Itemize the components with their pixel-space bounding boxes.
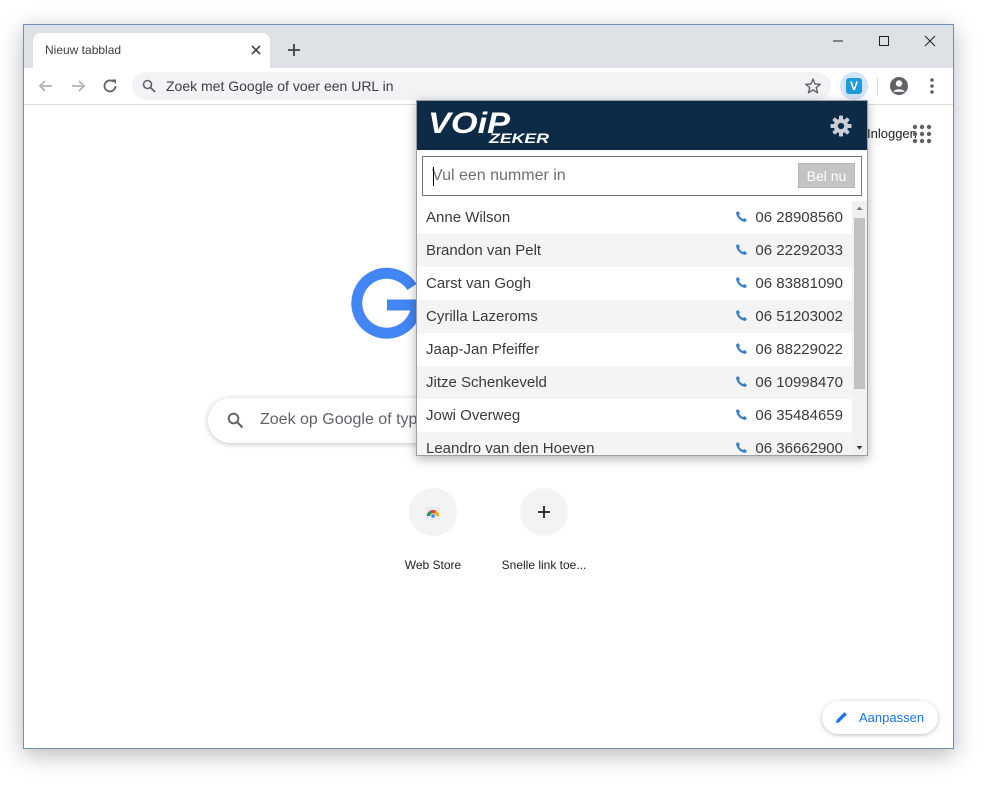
tab-strip: Nieuw tabblad [24,25,953,68]
phone-icon [736,442,747,453]
pencil-icon [836,712,847,723]
contact-phone-number[interactable]: 06 35484659 [755,407,843,424]
shortcut-icon-circle [409,488,457,536]
phone-icon [736,211,747,222]
contact-phone-number[interactable]: 06 88229022 [755,341,843,358]
search-icon [227,412,244,429]
contact-row[interactable]: Carst van Gogh 06 83881090 [417,267,852,300]
customize-button[interactable]: Aanpassen [822,701,938,734]
popup-header: VOiP ZEKER [417,101,867,150]
contact-row[interactable]: Leandro van den Hoeven 06 36662900 [417,432,852,456]
tab-new-tab[interactable]: Nieuw tabblad [33,33,270,68]
contact-list: Anne Wilson 06 28908560 Brandon van Pelt 06… [417,201,852,456]
close-tab-icon[interactable] [247,41,265,59]
contact-row[interactable]: Brandon van Pelt 06 22292033 [417,234,852,267]
contact-phone-number[interactable]: 06 36662900 [755,440,843,455]
call-now-button[interactable]: Bel nu [798,163,855,188]
contact-name: Jitze Schenkeveld [426,374,547,391]
contact-row[interactable]: Anne Wilson 06 28908560 [417,201,852,234]
shortcut-web-store[interactable]: Web Store [377,488,489,588]
close-window-icon[interactable] [907,28,953,54]
phone-icon [736,343,747,354]
omnibox[interactable]: Zoek met Google of voer een URL in [132,72,831,100]
back-icon[interactable] [33,73,59,99]
contact-name: Leandro van den Hoeven [426,440,595,456]
toolbar-separator [877,78,878,95]
contact-row[interactable]: Jitze Schenkeveld 06 10998470 [417,366,852,399]
omnibox-placeholder: Zoek met Google of voer een URL in [166,78,394,94]
webstore-icon [426,507,440,520]
more-menu-icon[interactable] [919,73,945,99]
forward-icon[interactable] [65,73,91,99]
tab-title: Nieuw tabblad [45,43,122,57]
minimize-icon[interactable] [815,28,861,54]
contact-name: Anne Wilson [426,209,511,226]
shortcut-label: Web Store [404,558,462,572]
profile-icon[interactable] [886,73,912,99]
contact-phone-number[interactable]: 06 10998470 [755,374,843,391]
logo-sub-text: ZEKER [488,130,550,145]
contact-name: Cyrilla Lazeroms [426,308,538,325]
phone-icon [736,310,747,321]
shortcut-icon-circle [520,488,568,536]
voipzeker-extension-icon: V [846,78,862,94]
contact-name: Jaap-Jan Pfeiffer [426,341,540,358]
voipzeker-popup: VOiP ZEKER Bel nu Anne Wilson 06 28908560… [416,100,868,456]
shortcut-label: Snelle link toe... [501,558,587,572]
customize-label: Aanpassen [859,710,925,725]
maximize-icon[interactable] [861,28,907,54]
plus-icon [538,506,550,518]
contact-phone-number[interactable]: 06 28908560 [755,209,843,226]
contact-phone-number[interactable]: 06 51203002 [755,308,843,325]
phone-icon [736,376,747,387]
shortcut-add-link[interactable]: Snelle link toe... [488,488,600,588]
voipzeker-extension-button[interactable]: V [840,72,868,100]
google-logo-icon [351,267,420,339]
contact-phone-number[interactable]: 06 22292033 [755,242,843,259]
phone-icon [736,244,747,255]
contact-row[interactable]: Jaap-Jan Pfeiffer 06 88229022 [417,333,852,366]
phone-icon [736,409,747,420]
contact-row[interactable]: Cyrilla Lazeroms 06 51203002 [417,300,852,333]
contact-list-scrollbar[interactable] [852,201,867,455]
contact-name: Brandon van Pelt [426,242,542,259]
contact-row[interactable]: Jowi Overweg 06 35484659 [417,399,852,432]
phone-number-field: Bel nu [422,156,862,196]
phone-icon [736,277,747,288]
text-caret [433,167,434,186]
reload-icon[interactable] [97,73,123,99]
contact-name: Jowi Overweg [426,407,521,424]
contact-phone-number[interactable]: 06 83881090 [755,275,843,292]
gear-icon[interactable] [829,114,853,138]
bookmark-star-icon[interactable] [804,77,822,95]
search-icon [142,79,156,93]
scroll-up-arrow-icon[interactable] [852,201,867,215]
scrollbar-thumb[interactable] [854,218,865,389]
phone-number-input[interactable] [423,157,793,195]
scroll-down-arrow-icon[interactable] [852,441,867,455]
voipzeker-logo: VOiP ZEKER [428,107,550,145]
contact-name: Carst van Gogh [426,275,532,292]
google-apps-icon[interactable] [910,122,934,146]
new-tab-icon[interactable] [282,38,306,62]
